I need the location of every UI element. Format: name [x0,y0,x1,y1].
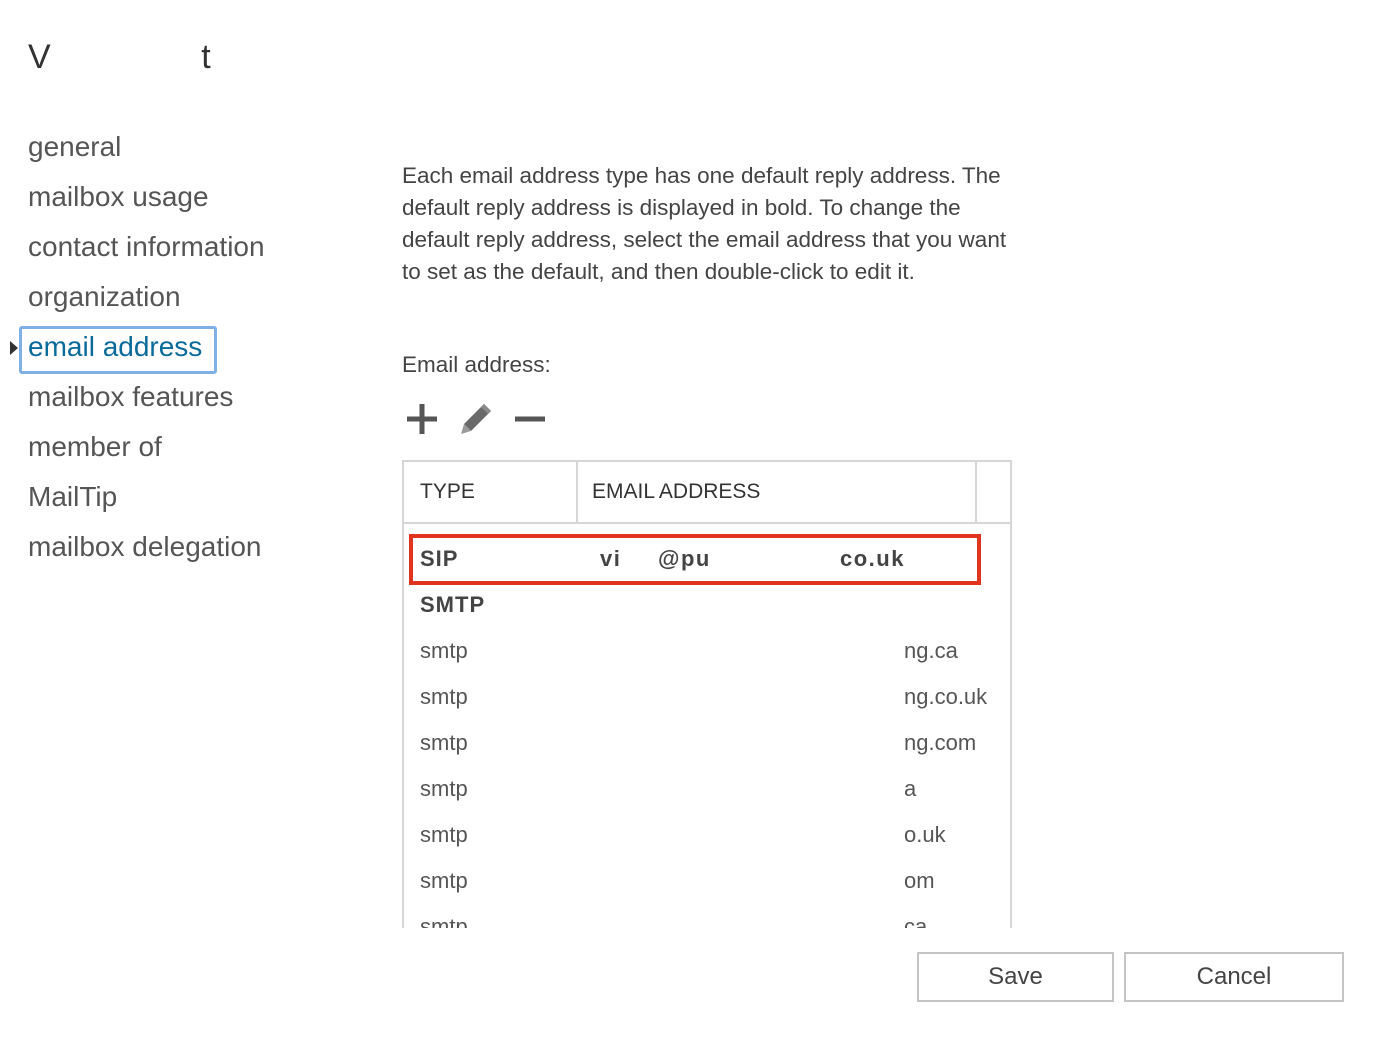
window-title-right: t [201,38,212,76]
cell-type: smtp [420,868,468,893]
table-row[interactable]: smtp ng.com [404,720,1010,766]
sidebar-item-label: contact information [28,231,265,262]
remove-button[interactable] [510,398,550,440]
email-address-table: TYPE EMAIL ADDRESS SIP vi @pu co.uk SMTP… [402,460,1012,928]
cell-email-address: ng.ca [904,638,958,663]
cell-type: smtp [420,638,468,663]
sidebar-item-label: organization [28,281,181,312]
email-address-label: Email address: [402,352,551,377]
add-button[interactable] [402,398,442,440]
sidebar-item-label: general [28,131,122,162]
sidebar-item-mailbox-usage[interactable]: mailbox usage [28,172,265,222]
column-header-email-address[interactable]: EMAIL ADDRESS [592,462,760,522]
sidebar-item-label: mailbox usage [28,181,209,212]
cell-email-address: om [904,868,935,893]
address-part: co.uk [840,546,905,571]
sidebar-item-general[interactable]: general [28,122,265,172]
table-row[interactable]: smtp om [404,858,1010,904]
sidebar-item-member-of[interactable]: member of [28,422,265,472]
table-row[interactable]: smtp ng.ca [404,628,1010,674]
cell-type: smtp [420,776,468,801]
address-part: vi [600,546,622,571]
cell-type: smtp [420,822,468,847]
cell-type: SIP [420,546,459,571]
cell-type: smtp [420,730,468,755]
table-row-sip[interactable]: SIP vi @pu co.uk [404,536,1010,582]
cell-email-address: a [904,776,917,801]
table-row[interactable]: smtp ng.co.uk [404,674,1010,720]
sidebar-item-email-address[interactable]: email address [10,322,265,374]
plus-icon [407,404,437,434]
save-button[interactable]: Save [917,952,1114,1002]
cell-type: smtp [420,684,468,709]
sidebar-item-label: member of [28,431,162,462]
sidebar-item-label: email address [28,331,203,362]
cell-type: smtp [420,914,468,928]
sidebar-item-contact-information[interactable]: contact information [28,222,265,272]
sidebar-item-label: MailTip [28,481,118,512]
table-header: TYPE EMAIL ADDRESS [404,462,1010,524]
sidebar-item-mailtip[interactable]: MailTip [28,472,265,522]
column-divider [975,462,977,522]
table-row[interactable]: smtp a [404,766,1010,812]
sidebar-item-mailbox-features[interactable]: mailbox features [28,372,265,422]
cell-email-address: ng.co.uk [904,684,988,709]
table-row[interactable]: SMTP [404,582,1010,628]
column-header-type[interactable]: TYPE [420,462,475,522]
email-toolbar [402,398,550,440]
window-title-left: V [28,38,52,76]
column-divider [576,462,578,522]
window-title: Vt [28,38,211,77]
address-part: @pu [658,546,711,571]
table-row[interactable]: smtp o.uk [404,812,1010,858]
cell-email-address: ca [904,914,928,928]
cell-type: SMTP [420,592,486,617]
table-row[interactable]: smtp ca [404,904,1010,928]
selection-arrow-icon [10,341,18,355]
minus-icon [515,416,545,422]
sidebar-item-label: mailbox delegation [28,531,262,562]
sidebar-item-label: mailbox features [28,381,234,412]
sidebar-item-organization[interactable]: organization [28,272,265,322]
sidebar-item-mailbox-delegation[interactable]: mailbox delegation [28,522,265,572]
sidebar-nav: general mailbox usage contact informatio… [10,122,265,572]
pencil-icon [461,404,491,434]
cancel-button[interactable]: Cancel [1124,952,1344,1002]
edit-button[interactable] [456,398,496,440]
cell-email-address: o.uk [904,822,946,847]
email-address-description: Each email address type has one default … [402,163,1007,284]
cell-email-address: ng.com [904,730,977,755]
